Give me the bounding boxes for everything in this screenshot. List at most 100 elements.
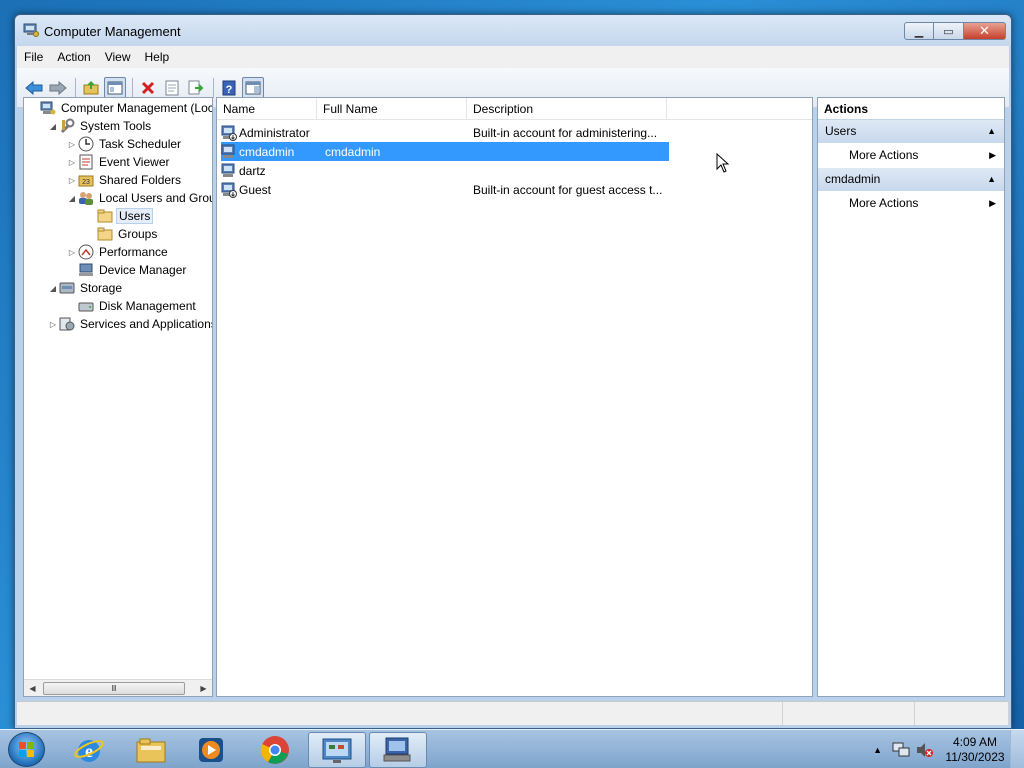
shared-folders-icon: 23 [78,172,94,188]
show-hide-console-tree-button[interactable] [104,76,126,99]
user-account-icon [221,163,239,179]
chrome-button[interactable] [246,732,304,768]
system-tools-icon [59,118,75,134]
user-row[interactable]: Guest Built-in account for guest access t… [221,180,669,199]
tree-item-task-scheduler[interactable]: ▷ Task Scheduler [66,135,183,153]
more-actions-cmdadmin[interactable]: More Actions ▶ [818,191,1004,216]
computer-management-taskbar-button[interactable] [369,732,427,768]
maximize-button[interactable]: ▭ [934,22,964,40]
user-description: Built-in account for guest access t... [473,182,663,197]
tree-item-label: Computer Management (Local [61,101,212,115]
collapse-up-icon: ▲ [987,126,996,136]
user-row[interactable]: Administrator Built-in account for admini… [221,123,669,142]
maximize-icon: ▭ [943,25,954,38]
collapse-arrow-icon[interactable]: ◢ [47,284,59,293]
tree-item-computer-management-local[interactable]: Computer Management (Local [28,99,212,117]
media-player-button[interactable] [182,732,240,768]
more-actions-users[interactable]: More Actions ▶ [818,143,1004,168]
submenu-arrow-icon: ▶ [989,150,996,160]
taskbar: e ▲ 4:09 AM 11/30/2023 [0,729,1024,768]
expand-arrow-icon[interactable]: ▷ [66,248,78,257]
network-icon[interactable] [892,742,910,758]
actions-title: Actions [818,98,1004,120]
start-button[interactable] [8,732,45,767]
task-scheduler-icon [78,136,94,152]
computer-management-icon [383,737,411,762]
column-header-name[interactable]: Name [217,98,317,120]
help-icon: ? [222,80,236,96]
user-account-icon [221,182,239,198]
collapse-arrow-icon[interactable]: ◢ [47,122,59,131]
disk-management-icon [78,298,94,314]
menu-help[interactable]: Help [138,46,177,68]
tree-item-device-manager[interactable]: Device Manager [66,261,188,279]
expand-arrow-icon[interactable]: ▷ [66,158,78,167]
show-hidden-icons-icon[interactable]: ▲ [873,745,882,755]
actions-group-cmdadmin[interactable]: cmdadmin ▲ [818,168,1004,191]
expand-arrow-icon[interactable]: ▷ [47,320,59,329]
properties-button[interactable] [161,77,183,99]
expand-arrow-icon[interactable]: ▷ [66,140,78,149]
tree-horizontal-scrollbar[interactable]: ◀ Ⅲ ▶ [24,679,212,696]
user-row[interactable]: cmdadmin cmdadmin [221,142,669,161]
up-folder-icon [83,80,99,94]
show-desktop-button[interactable] [1010,730,1024,768]
services-icon [59,316,75,332]
tree-item-system-tools[interactable]: ◢ System Tools [47,117,153,135]
file-explorer-button[interactable] [122,732,180,768]
menu-view[interactable]: View [98,46,138,68]
back-button[interactable] [23,77,45,99]
forward-button[interactable] [47,77,69,99]
expand-arrow-icon[interactable]: ▷ [66,176,78,185]
column-header-description[interactable]: Description [467,98,667,120]
console-tree-pane: Computer Management (Local ◢ System Tools ▷… [23,97,213,697]
folder-icon [97,208,113,224]
status-cell-3 [915,702,1009,725]
scrollbar-thumb[interactable]: Ⅲ [43,681,185,695]
column-header-full-name[interactable]: Full Name [317,98,467,120]
tree-item-users[interactable]: Users [85,207,154,225]
media-player-icon [199,738,223,762]
show-hide-action-pane-button[interactable] [242,76,264,99]
export-list-button[interactable] [185,77,207,99]
clock[interactable]: 4:09 AM 11/30/2023 [940,735,1010,765]
delete-button[interactable] [137,77,159,99]
minimize-button[interactable]: ▁ [904,22,934,40]
status-cell-main [17,702,784,725]
title-bar[interactable]: Computer Management ▁ ▭ ✕ [15,15,1011,46]
chrome-icon [260,736,289,764]
help-button[interactable]: ? [218,77,240,99]
menu-file[interactable]: File [17,46,50,68]
volume-muted-icon[interactable] [916,742,934,758]
status-cell-2 [783,702,916,725]
toolbar-separator [213,77,214,98]
tree-item-services-and-applications[interactable]: ▷ Services and Applications [47,315,212,333]
user-name: cmdadmin [239,144,295,159]
tree-item-label: Disk Management [99,299,196,313]
collapse-arrow-icon[interactable]: ◢ [66,194,78,203]
clock-time: 4:09 AM [952,734,998,749]
scroll-left-arrow-icon[interactable]: ◀ [24,684,41,693]
tree-item-shared-folders[interactable]: ▷ 23 Shared Folders [66,171,183,189]
menu-action[interactable]: Action [50,46,97,68]
tree-item-local-users-and-groups[interactable]: ◢ Local Users and Groups [66,189,212,207]
tree-item-disk-management[interactable]: Disk Management [66,297,198,315]
up-level-button[interactable] [80,77,102,99]
tree-item-storage[interactable]: ◢ Storage [47,279,124,297]
control-panel-button[interactable] [308,732,366,768]
scroll-right-arrow-icon[interactable]: ▶ [195,684,212,693]
windows-logo-icon [19,742,34,757]
user-row[interactable]: dartz [221,161,669,180]
tree-item-groups[interactable]: Groups [85,225,159,243]
more-actions-label: More Actions [849,196,919,210]
actions-group-users[interactable]: Users ▲ [818,120,1004,143]
tree-item-label: Task Scheduler [99,137,182,151]
close-button[interactable]: ✕ [964,22,1006,40]
tree-item-event-viewer[interactable]: ▷ Event Viewer [66,153,171,171]
tree-item-performance[interactable]: ▷ Performance [66,243,170,261]
user-name: dartz [239,163,266,178]
user-description: Built-in account for administering... [473,125,658,140]
user-name: Administrator [239,125,310,140]
internet-explorer-button[interactable]: e [60,732,118,768]
list-header: Name Full Name Description [217,98,812,120]
